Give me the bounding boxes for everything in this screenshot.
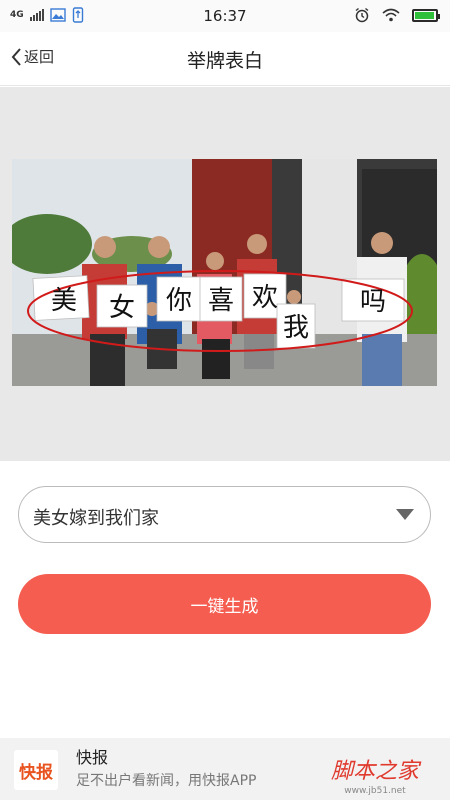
sign-photo: 美 女 你 喜 欢 我 吗 bbox=[12, 159, 437, 386]
status-right bbox=[354, 7, 440, 23]
ad-banner[interactable]: 快报 快报 足不出户看新闻，用快报APP 脚本之家 www.jb51.net bbox=[0, 738, 450, 800]
ad-title: 快报 bbox=[76, 748, 109, 767]
wifi-icon bbox=[382, 8, 400, 22]
caret-down-icon bbox=[396, 509, 414, 520]
app-logo: 快报 bbox=[14, 750, 58, 790]
page-title: 举牌表白 bbox=[186, 50, 263, 72]
battery-level bbox=[415, 11, 434, 19]
nav-bar: 返回 举牌表白 bbox=[0, 32, 450, 86]
ad-subtitle: 足不出户看新闻，用快报APP bbox=[76, 773, 257, 789]
sign-char: 吗 bbox=[360, 287, 386, 317]
phrase-select[interactable]: 美女嫁到我们家 bbox=[18, 486, 431, 543]
status-bar: 4G 16:37 bbox=[0, 0, 450, 32]
watermark-text: 脚本之家 bbox=[331, 759, 422, 784]
sign-char: 女 bbox=[109, 293, 135, 323]
watermark-logo: 脚本之家 www.jb51.net bbox=[331, 759, 422, 796]
sign-char: 你 bbox=[166, 286, 192, 316]
sign-char: 喜 bbox=[208, 286, 234, 316]
sign-char: 美 bbox=[51, 286, 77, 316]
alarm-icon bbox=[355, 7, 369, 23]
generate-label: 一键生成 bbox=[190, 596, 259, 617]
watermark-url: www.jb51.net bbox=[344, 786, 406, 796]
sign-char: 欢 bbox=[252, 283, 278, 313]
preview-area: 美 女 你 喜 欢 我 吗 bbox=[0, 87, 450, 461]
sign-char: 我 bbox=[283, 313, 309, 343]
selected-phrase: 美女嫁到我们家 bbox=[33, 508, 159, 529]
generate-button[interactable]: 一键生成 bbox=[18, 574, 431, 634]
app-logo-text: 快报 bbox=[19, 762, 53, 783]
battery-icon bbox=[412, 8, 440, 22]
